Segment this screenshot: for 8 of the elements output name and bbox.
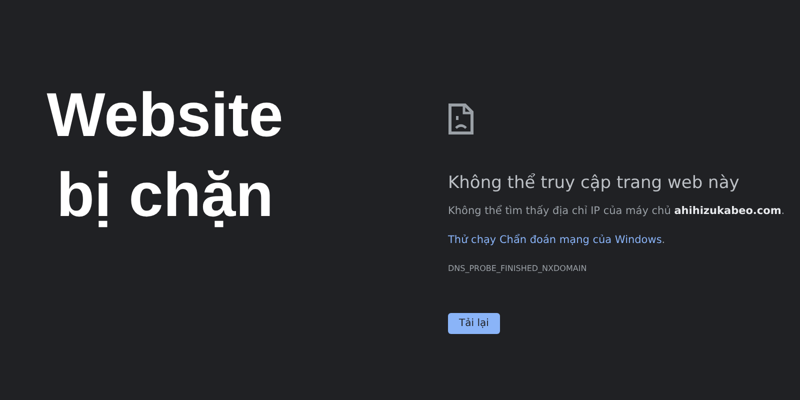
- sad-page-icon: [448, 103, 474, 135]
- error-code: DNS_PROBE_FINISHED_NXDOMAIN: [448, 264, 587, 273]
- error-description: Không thể tìm thấy địa chỉ IP của máy chủ ahihizukabeo.com.: [448, 205, 785, 217]
- link-period: .: [662, 234, 666, 246]
- headline: Website bị chặn: [46, 80, 284, 232]
- error-title: Không thể truy cập trang web này: [448, 173, 740, 193]
- reload-button[interactable]: Tải lại: [448, 313, 500, 334]
- diagnostics-link[interactable]: Thử chạy Chẩn đoán mạng của Windows: [448, 234, 662, 246]
